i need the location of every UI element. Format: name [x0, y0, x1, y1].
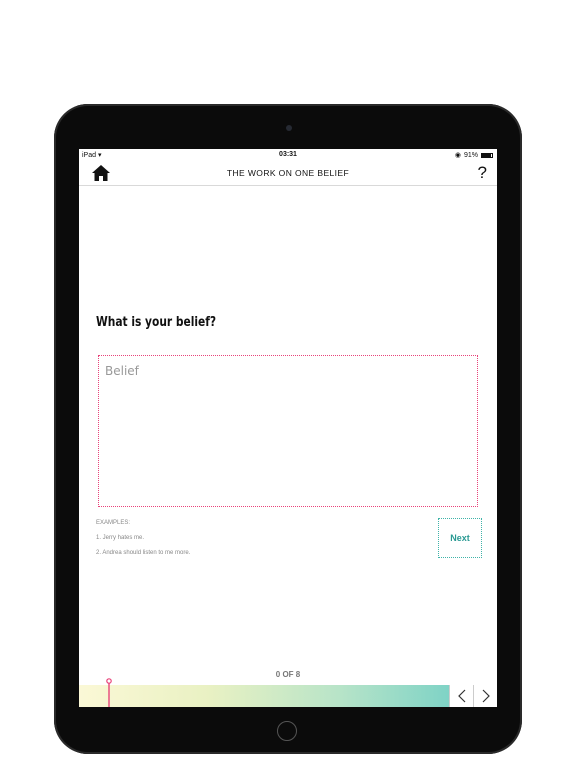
chevron-left-icon — [457, 689, 465, 703]
progress-bar — [79, 685, 449, 707]
chevron-right-icon — [482, 689, 490, 703]
example-item: 2. Andrea should listen to me more. — [96, 550, 191, 556]
rotation-lock-icon: ◉ — [454, 152, 461, 159]
battery-percent: 91% — [463, 151, 478, 159]
help-button[interactable]: ? — [478, 163, 487, 183]
status-bar: iPad ▾ 03:31 ◉ 91% — [79, 149, 497, 161]
forward-button[interactable] — [473, 685, 497, 707]
battery-icon — [481, 152, 493, 158]
previous-button[interactable] — [449, 685, 473, 707]
question-heading: What is your belief? — [96, 315, 217, 330]
nav-bar: THE WORK ON ONE BELIEF ? — [79, 161, 497, 186]
belief-field-container — [98, 355, 478, 507]
belief-input[interactable] — [99, 356, 477, 506]
status-time: 03:31 — [279, 151, 297, 158]
progress-label: 0 OF 8 — [275, 670, 301, 679]
app-screen: iPad ▾ 03:31 ◉ 91% THE WORK ON ONE BELIE… — [79, 149, 497, 707]
progress-marker-icon — [106, 678, 112, 707]
examples-heading: EXAMPLES: — [96, 520, 131, 526]
examples-block: EXAMPLES: 1. Jerry hates me. 2. Andrea s… — [96, 516, 190, 561]
front-camera — [286, 125, 292, 131]
status-right: ◉ 91% — [455, 151, 493, 159]
next-button[interactable]: Next — [438, 518, 482, 558]
pager — [449, 685, 497, 707]
ipad-home-button[interactable] — [277, 721, 297, 741]
page-title: THE WORK ON ONE BELIEF — [226, 168, 350, 178]
example-item: 1. Jerry hates me. — [96, 535, 145, 541]
